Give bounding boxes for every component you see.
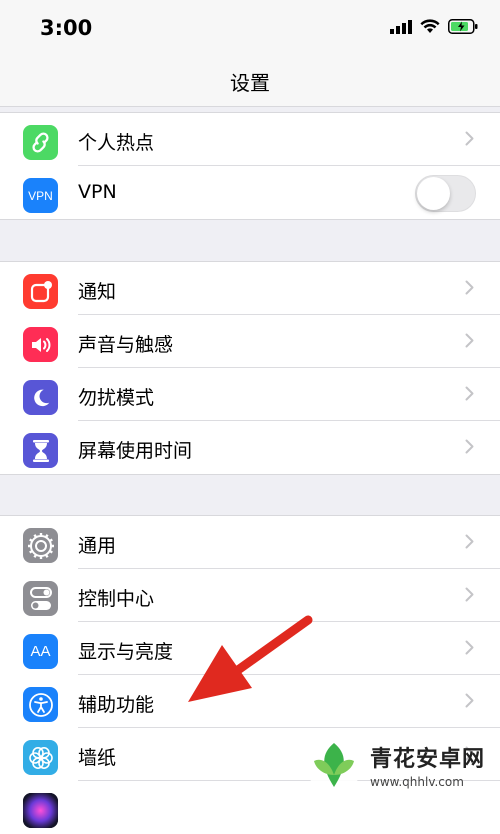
watermark: 青花安卓网 www.qhhlv.com [304,732,494,798]
watermark-name: 青花安卓网 [370,747,486,772]
watermark-logo [306,737,362,793]
watermark-url: www.qhhlv.com [370,775,464,789]
annotation-arrow [188,615,313,702]
